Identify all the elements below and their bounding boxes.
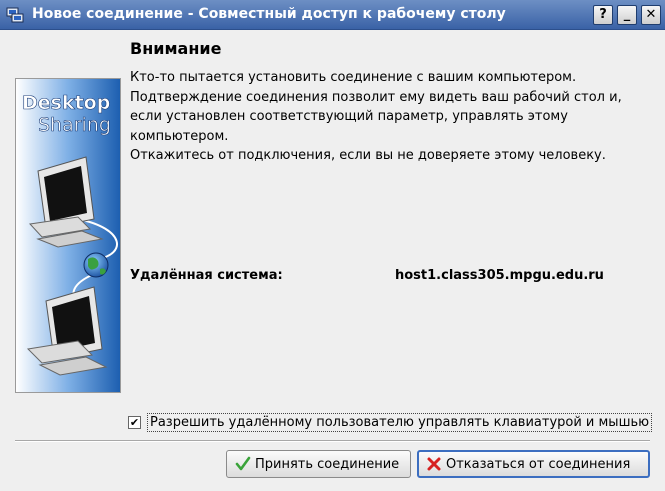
warning-heading: Внимание [130, 39, 222, 58]
message-line: если установлен соответствующий параметр… [130, 109, 568, 144]
desktop-sharing-icon [6, 7, 24, 23]
cross-icon [427, 457, 441, 471]
desktop-sharing-banner: Desktop Sharing [15, 78, 121, 393]
banner-title-line1: Desktop [22, 92, 110, 114]
accept-connection-label: Принять соединение [255, 456, 400, 472]
message-line: Откажитесь от подключения, если вы не до… [130, 148, 606, 163]
remote-system-value: host1.class305.mpgu.edu.ru [395, 268, 604, 283]
dialog-window: Новое соединение - Совместный доступ к р… [0, 0, 665, 491]
remote-system-label: Удалённая система: [130, 268, 283, 283]
window-title: Новое соединение - Совместный доступ к р… [32, 6, 506, 22]
banner-title-line2: Sharing [38, 114, 111, 136]
reject-connection-button[interactable]: Отказаться от соединения [417, 450, 650, 478]
message-line: Кто-то пытается установить соединение с … [130, 70, 577, 85]
close-button[interactable]: ✕ [641, 5, 661, 25]
allow-control-checkbox[interactable]: ✔ [128, 416, 141, 429]
reject-connection-label: Отказаться от соединения [446, 456, 631, 472]
warning-message: Кто-то пытается установить соединение с … [130, 68, 650, 166]
allow-control-label[interactable]: Разрешить удалённому пользователю управл… [147, 413, 653, 432]
allow-control-option[interactable]: ✔ Разрешить удалённому пользователю упра… [128, 413, 653, 432]
network-computers-illustration: Desktop Sharing [16, 79, 120, 392]
message-line: Подтверждение соединения позволит ему ви… [130, 89, 622, 105]
checkmark-icon [235, 456, 251, 471]
title-bar[interactable]: Новое соединение - Совместный доступ к р… [0, 0, 665, 30]
check-mark-icon: ✔ [129, 416, 140, 429]
minimize-button[interactable]: _ [617, 5, 637, 25]
help-button[interactable]: ? [593, 5, 613, 25]
accept-connection-button[interactable]: Принять соединение [226, 450, 411, 478]
globe-icon [83, 252, 109, 278]
separator [15, 440, 650, 442]
